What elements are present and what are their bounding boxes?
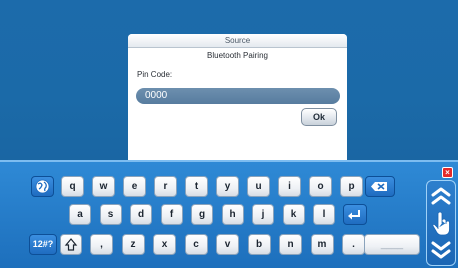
key-j[interactable]: j [252, 204, 274, 225]
key-c[interactable]: c [184, 234, 208, 255]
pin-code-label: Pin Code: [137, 70, 173, 79]
key-n[interactable]: n [279, 234, 302, 255]
dialog-title: Source [128, 34, 347, 48]
close-keyboard-button[interactable]: × [442, 167, 453, 178]
enter-icon [348, 210, 360, 220]
key-f[interactable]: f [160, 204, 183, 225]
shift-key[interactable] [60, 234, 82, 255]
numbers-symbols-key[interactable]: 12#? [29, 234, 57, 255]
globe-icon [35, 179, 50, 194]
key-g[interactable]: g [191, 204, 213, 225]
key-b[interactable]: b [247, 234, 271, 255]
space-key[interactable]: ____ [364, 234, 420, 255]
pin-code-input[interactable]: 0000 [136, 88, 340, 104]
scroll-panel[interactable] [426, 180, 456, 266]
key-l[interactable]: l [313, 204, 335, 225]
key-comma[interactable]: , [90, 234, 113, 255]
key-s[interactable]: s [99, 204, 122, 225]
bluetooth-pairing-dialog: Source Bluetooth Pairing Pin Code: 0000 … [128, 34, 347, 160]
key-a[interactable]: a [69, 204, 91, 225]
key-h[interactable]: h [221, 204, 244, 225]
key-v[interactable]: v [216, 234, 239, 255]
key-y[interactable]: y [216, 176, 239, 197]
key-k[interactable]: k [282, 204, 305, 225]
key-period[interactable]: . [342, 234, 365, 255]
backspace-key[interactable] [365, 176, 395, 197]
close-icon: × [445, 168, 450, 177]
key-t[interactable]: t [185, 176, 208, 197]
key-u[interactable]: u [247, 176, 270, 197]
scroll-hand-icon [431, 187, 451, 259]
key-e[interactable]: e [123, 176, 146, 197]
key-w[interactable]: w [92, 176, 115, 197]
shift-icon [64, 238, 78, 251]
ok-button[interactable]: Ok [301, 108, 337, 126]
key-m[interactable]: m [310, 234, 334, 255]
language-globe-key[interactable] [31, 176, 54, 197]
key-x[interactable]: x [153, 234, 176, 255]
key-r[interactable]: r [154, 176, 177, 197]
key-i[interactable]: i [278, 176, 301, 197]
backspace-icon [371, 182, 387, 191]
dialog-subtitle: Bluetooth Pairing [207, 51, 268, 60]
key-d[interactable]: d [130, 204, 152, 225]
key-q[interactable]: q [61, 176, 84, 197]
key-o[interactable]: o [309, 176, 332, 197]
key-z[interactable]: z [121, 234, 145, 255]
enter-key[interactable] [343, 204, 367, 225]
key-p[interactable]: p [340, 176, 363, 197]
